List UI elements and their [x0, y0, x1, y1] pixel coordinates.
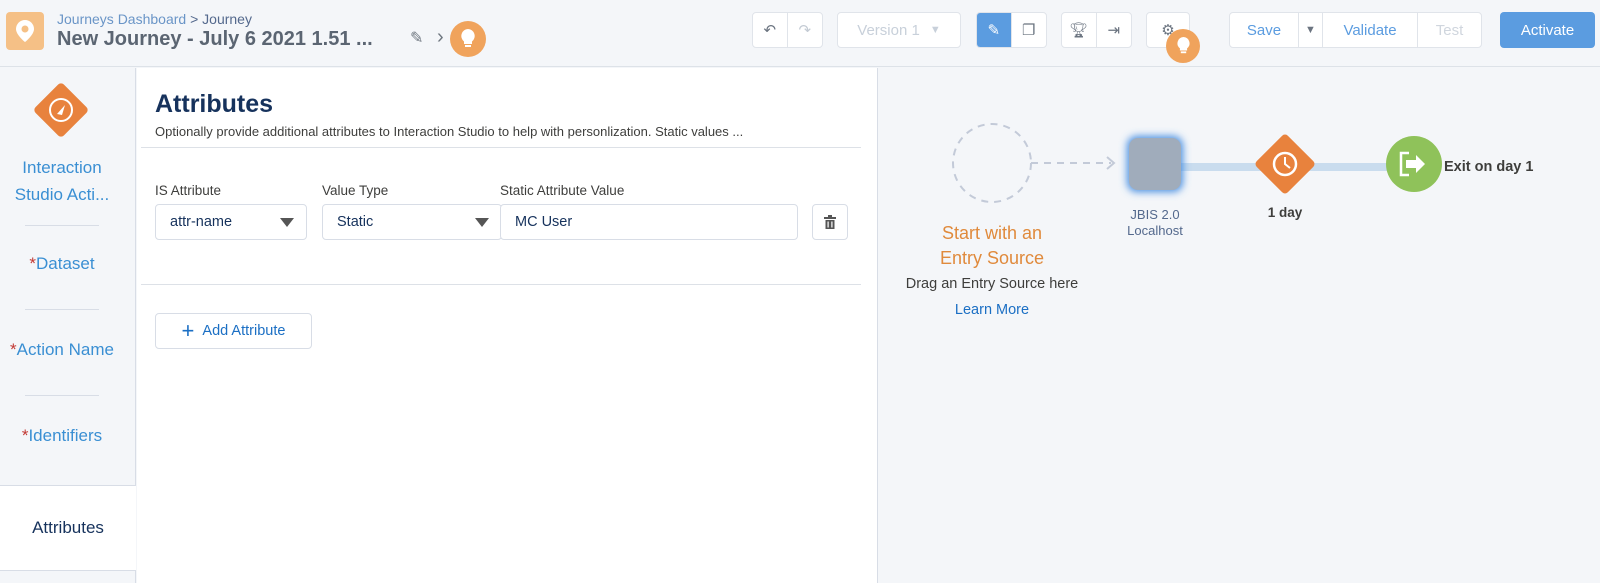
trophy-icon: 🏆︎ — [1069, 22, 1089, 39]
panel-title: Attributes — [155, 90, 274, 118]
pencil-icon: ✎ — [987, 22, 1001, 39]
jbis-activity-label: JBIS 2.0 Localhost — [1095, 207, 1215, 239]
edit-mode-button[interactable]: ✎ — [977, 13, 1012, 47]
jbis-activity-node — [1129, 138, 1181, 190]
exit-icon: ⇥ — [1107, 22, 1121, 39]
wait-label: 1 day — [1267, 205, 1303, 220]
validate-button[interactable]: Validate — [1323, 13, 1418, 47]
version-label: Version 1 — [857, 21, 920, 39]
exit-criteria-button[interactable]: ⇥ — [1097, 13, 1132, 47]
learn-more-link[interactable]: Learn More — [922, 302, 1062, 318]
required-marker: * — [10, 340, 17, 359]
nav-item-identifiers[interactable]: *Identifiers — [0, 422, 124, 449]
panel-description: Optionally provide additional attributes… — [155, 124, 744, 139]
breadcrumb-separator: > — [190, 11, 199, 27]
nav-item-label: Dataset — [36, 254, 95, 273]
copy-icon: ❐ — [1022, 22, 1036, 39]
nav-item-dataset[interactable]: *Dataset — [0, 250, 124, 277]
nav-activity-name[interactable]: Interaction Studio Acti... — [0, 154, 124, 208]
goal-button[interactable]: 🏆︎ — [1062, 13, 1097, 47]
header: Journeys Dashboard > Journey New Journey… — [0, 0, 1600, 67]
breadcrumb: Journeys Dashboard > Journey — [57, 11, 252, 27]
chevron-down-icon: ▼ — [1305, 24, 1316, 36]
nav-divider — [25, 309, 99, 310]
goal-exit-group: 🏆︎ ⇥ — [1061, 12, 1132, 48]
interaction-studio-icon — [32, 81, 90, 139]
trash-icon — [824, 215, 836, 229]
activity-label-line: JBIS 2.0 — [1130, 207, 1180, 222]
entry-source-title: Start with an Entry Source — [912, 221, 1072, 271]
is-attribute-value: attr-name — [170, 214, 233, 230]
save-validate-group: Save ▼ Validate Test — [1229, 12, 1482, 48]
edit-title-icon[interactable]: ✎ — [410, 28, 423, 48]
entry-title-line: Start with an — [941, 223, 1043, 243]
copy-button[interactable]: ❐ — [1012, 13, 1047, 47]
delete-attribute-button[interactable] — [812, 204, 848, 240]
save-options-button[interactable]: ▼ — [1299, 13, 1323, 47]
nav-item-attributes[interactable]: Attributes — [0, 485, 136, 571]
journey-canvas: Start with an Entry Source Drag an Entry… — [879, 68, 1600, 583]
entry-source-hint: Drag an Entry Source here — [905, 276, 1079, 292]
value-type-label: Value Type — [322, 183, 389, 198]
static-value-text: MC User — [515, 214, 573, 230]
is-attribute-select[interactable]: attr-name — [155, 204, 307, 240]
test-button[interactable]: Test — [1418, 13, 1481, 47]
breadcrumb-journeys-dashboard[interactable]: Journeys Dashboard — [57, 11, 186, 27]
value-type-value: Static — [337, 214, 374, 230]
nav-item-label: Action Name — [16, 340, 114, 359]
save-button[interactable]: Save — [1230, 13, 1299, 47]
value-type-select[interactable]: Static — [322, 204, 502, 240]
mode-group: ✎ ❐ — [976, 12, 1047, 48]
divider — [141, 147, 861, 148]
nav-divider — [25, 225, 99, 226]
plus-icon: + — [181, 318, 195, 343]
version-select[interactable]: Version 1 ▼ — [837, 12, 961, 48]
is-attribute-label: IS Attribute — [155, 183, 222, 198]
undo-icon: ↶ — [763, 22, 777, 39]
static-value-input[interactable]: MC User — [500, 204, 798, 240]
redo-icon: ↷ — [798, 22, 812, 39]
add-attribute-button[interactable]: + Add Attribute — [155, 313, 312, 349]
divider — [141, 284, 861, 285]
journey-title: New Journey - July 6 2021 1.51 ... — [57, 28, 373, 50]
add-attribute-label: Add Attribute — [202, 323, 286, 339]
static-value-label: Static Attribute Value — [500, 183, 625, 198]
redo-button[interactable]: ↷ — [788, 13, 823, 47]
chevron-down-icon — [280, 218, 294, 227]
entry-source-dropzone — [952, 123, 1032, 203]
map-pin-icon — [6, 12, 44, 50]
nav-item-label: Identifiers — [28, 426, 103, 445]
entry-title-line: Entry Source — [939, 248, 1045, 268]
chevron-right-icon[interactable]: › — [437, 26, 444, 49]
chevron-down-icon: ▼ — [929, 24, 941, 36]
lightbulb-icon[interactable] — [1166, 29, 1200, 63]
nav-divider — [25, 395, 99, 396]
breadcrumb-journey: Journey — [202, 11, 252, 27]
activity-config-nav: Interaction Studio Acti... *Dataset *Act… — [0, 68, 136, 583]
undo-redo-group: ↶ ↷ — [752, 12, 823, 48]
undo-button[interactable]: ↶ — [753, 13, 788, 47]
activate-button[interactable]: Activate — [1500, 12, 1595, 48]
activity-label-line: Localhost — [1127, 223, 1183, 238]
attributes-panel: Attributes Optionally provide additional… — [137, 68, 878, 583]
nav-item-action-name[interactable]: *Action Name — [0, 336, 124, 363]
lightbulb-icon[interactable] — [450, 21, 486, 57]
exit-label: Exit on day 1 — [1444, 159, 1534, 175]
chevron-down-icon — [475, 218, 489, 227]
